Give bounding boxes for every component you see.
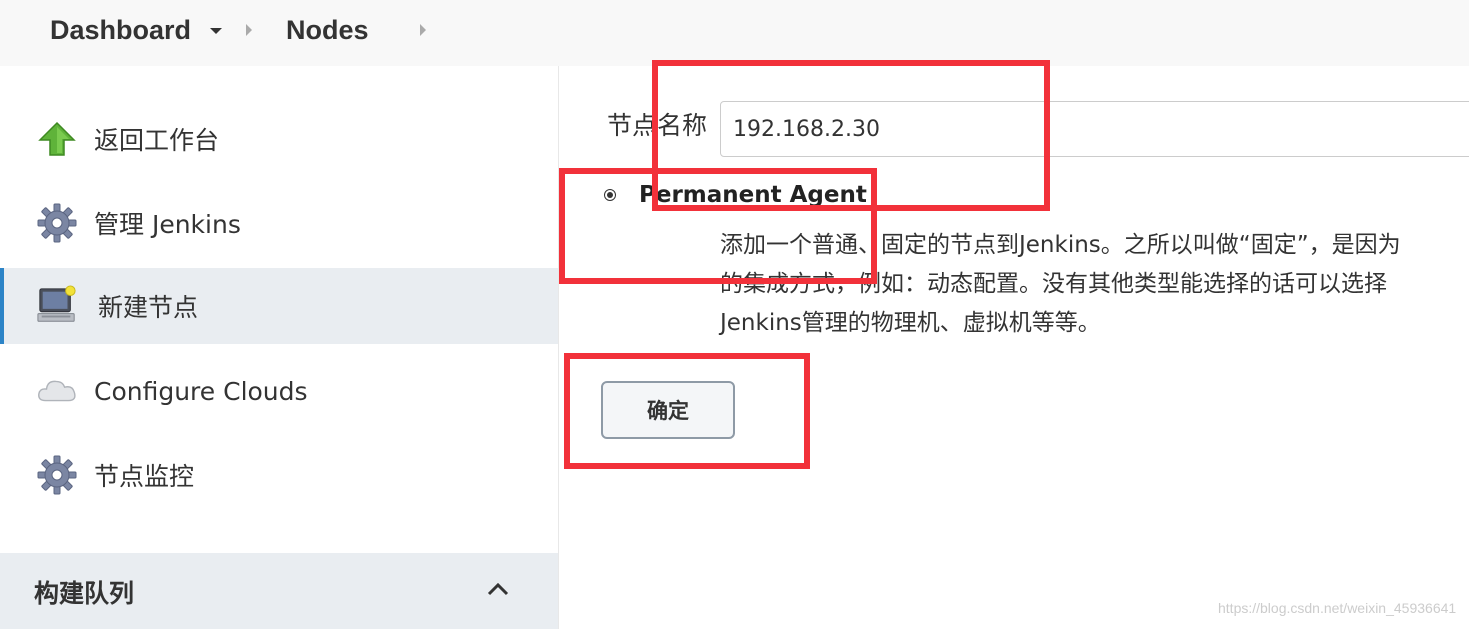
sidebar-item-label: 返回工作台: [94, 126, 220, 155]
cloud-icon: [36, 370, 78, 412]
sidebar-item-label: 节点监控: [94, 462, 195, 491]
chevron-right-icon: [246, 24, 252, 36]
breadcrumb-nodes[interactable]: Nodes: [286, 15, 369, 46]
sidebar: 返回工作台 管理 Jenkins 新建节点 Configure Clouds 节…: [0, 66, 559, 629]
breadcrumb: Dashboard Nodes: [0, 0, 1469, 66]
gear-icon: [36, 202, 78, 244]
build-queue-title: 构建队列: [34, 579, 135, 608]
breadcrumb-dashboard[interactable]: Dashboard: [50, 15, 191, 46]
sidebar-item-label: Configure Clouds: [94, 376, 308, 406]
annotation-box: [559, 168, 877, 284]
description-line: Jenkins管理的物理机、虚拟机等等。: [720, 310, 1101, 336]
watermark: https://blog.csdn.net/weixin_45936641: [1218, 600, 1457, 616]
up-arrow-icon: [36, 118, 78, 160]
sidebar-item-node-monitoring[interactable]: 节点监控: [0, 437, 558, 513]
sidebar-item-manage-jenkins[interactable]: 管理 Jenkins: [0, 185, 558, 261]
chevron-down-icon[interactable]: [210, 28, 222, 34]
sidebar-item-label: 新建节点: [98, 293, 199, 322]
build-queue-header[interactable]: 构建队列: [0, 553, 558, 629]
computer-icon: [36, 285, 78, 327]
sidebar-item-back-to-dashboard[interactable]: 返回工作台: [0, 101, 558, 177]
chevron-right-icon: [420, 24, 426, 36]
sidebar-item-configure-clouds[interactable]: Configure Clouds: [0, 353, 558, 429]
gear-icon: [36, 454, 78, 496]
sidebar-item-new-node[interactable]: 新建节点: [0, 268, 558, 344]
sidebar-item-label: 管理 Jenkins: [94, 210, 241, 239]
annotation-box: [564, 353, 810, 469]
chevron-up-icon[interactable]: [486, 581, 510, 601]
